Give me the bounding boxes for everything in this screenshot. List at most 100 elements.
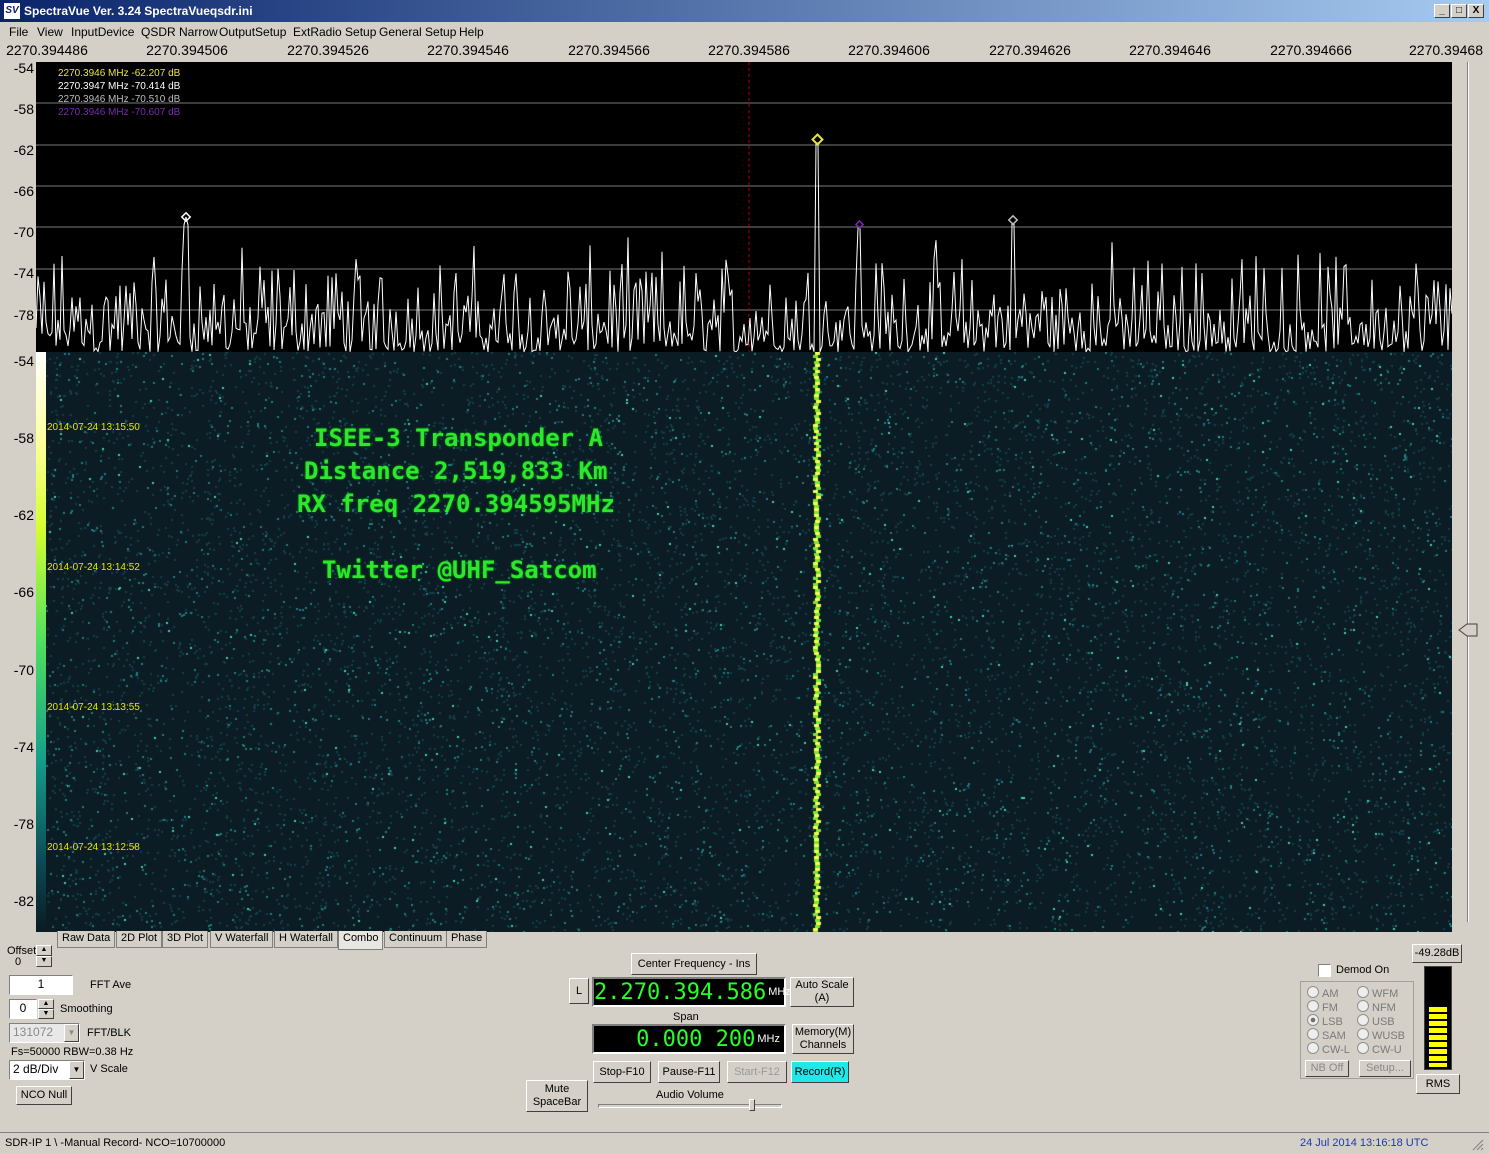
overlay-text-line: Twitter @UHF_Satcom bbox=[322, 556, 597, 584]
close-button[interactable]: X bbox=[1468, 4, 1484, 18]
setup-button[interactable]: Setup... bbox=[1359, 1060, 1411, 1077]
menu-extradio-setup[interactable]: ExtRadio Setup bbox=[293, 25, 376, 39]
waterfall-timestamp: 2014-07-24 13:14:52 bbox=[47, 562, 140, 573]
menu-help[interactable]: Help bbox=[459, 25, 484, 39]
waterfall-y-label: -70 bbox=[13, 662, 34, 678]
menu-general-setup[interactable]: General Setup bbox=[379, 25, 456, 39]
waterfall-timestamp: 2014-07-24 13:12:58 bbox=[47, 842, 140, 853]
frequency-value: 2.270.394.586 bbox=[594, 979, 767, 1005]
radio-usb[interactable]: USB bbox=[1357, 1014, 1395, 1028]
smoothing-label: Smoothing bbox=[60, 1003, 113, 1015]
freq-tick-label: 2270.394666 bbox=[1270, 42, 1352, 58]
radio-wfm[interactable]: WFM bbox=[1357, 986, 1398, 1000]
vscale-value: 2 dB/Div bbox=[13, 1062, 59, 1076]
chevron-down-icon[interactable]: ▼ bbox=[69, 1061, 84, 1079]
spectrum-y-label: -66 bbox=[13, 183, 34, 199]
l-button[interactable]: L bbox=[569, 978, 589, 1004]
radio-sam[interactable]: SAM bbox=[1307, 1028, 1346, 1042]
radio-am[interactable]: AM bbox=[1307, 986, 1339, 1000]
waterfall-y-label: -78 bbox=[13, 816, 34, 832]
menu-file[interactable]: File bbox=[9, 25, 28, 39]
waterfall-y-label: -54 bbox=[13, 353, 34, 369]
nco-null-button[interactable]: NCO Null bbox=[16, 1086, 72, 1105]
fft-blk-value: 131072 bbox=[13, 1025, 54, 1039]
waterfall-timestamp: 2014-07-24 13:13:55 bbox=[47, 702, 140, 713]
marker-readout-1: 2270.3946 MHz -62.207 dB bbox=[58, 68, 181, 79]
overlay-text-line: Distance 2,519,833 Km bbox=[304, 457, 608, 485]
chevron-down-icon[interactable]: ▼ bbox=[64, 1024, 79, 1042]
meter-readout: -49.28dB bbox=[1412, 944, 1462, 963]
slider-arrow-icon[interactable] bbox=[1458, 622, 1478, 638]
waterfall-y-label: -74 bbox=[13, 739, 34, 755]
rms-button[interactable]: RMS bbox=[1416, 1074, 1460, 1094]
waterfall-display[interactable]: 2014-07-24 13:15:50 2014-07-24 13:14:52 … bbox=[36, 352, 1452, 932]
tab-2d-plot[interactable]: 2D Plot bbox=[116, 931, 163, 948]
spectrum-y-label: -78 bbox=[13, 307, 34, 323]
radio-wusb[interactable]: WUSB bbox=[1357, 1028, 1405, 1042]
offset-label: Offset bbox=[7, 945, 37, 957]
smoothing-spinner[interactable]: ▲ ▼ bbox=[38, 999, 54, 1019]
resize-grip-icon[interactable] bbox=[1470, 1137, 1484, 1151]
offset-down-icon[interactable]: ▼ bbox=[36, 956, 52, 967]
auto-scale-button[interactable]: Auto Scale (A) bbox=[790, 977, 854, 1007]
freq-tick-label: 2270.394566 bbox=[568, 42, 650, 58]
menu-outputsetup[interactable]: OutputSetup bbox=[219, 25, 286, 39]
offset-up-icon[interactable]: ▲ bbox=[36, 945, 52, 956]
audio-volume-thumb[interactable] bbox=[748, 1099, 755, 1111]
radio-nfm[interactable]: NFM bbox=[1357, 1000, 1396, 1014]
waterfall-canvas bbox=[36, 352, 1452, 932]
spectrum-y-label: -58 bbox=[13, 101, 34, 117]
start-button[interactable]: Start-F12 bbox=[727, 1061, 787, 1083]
waterfall-color-scale bbox=[36, 352, 46, 932]
span-value: 0.000 200 bbox=[636, 1026, 756, 1052]
memory-channels-button[interactable]: Memory(M) Channels bbox=[792, 1024, 854, 1054]
nb-off-button[interactable]: NB Off bbox=[1305, 1060, 1349, 1077]
frequency-display[interactable]: 2.270.394.586 MHz bbox=[592, 977, 791, 1007]
radio-cw-u[interactable]: CW-U bbox=[1357, 1042, 1402, 1056]
pause-button[interactable]: Pause-F11 bbox=[658, 1061, 720, 1083]
menu-inputdevice[interactable]: InputDevice bbox=[71, 25, 134, 39]
vscale-select[interactable]: 2 dB/Div ▼ bbox=[9, 1060, 85, 1080]
radio-fm[interactable]: FM bbox=[1307, 1000, 1338, 1014]
tab-3d-plot[interactable]: 3D Plot bbox=[162, 931, 209, 948]
tab-phase[interactable]: Phase bbox=[446, 931, 488, 948]
mute-button[interactable]: Mute SpaceBar bbox=[526, 1080, 588, 1112]
fft-ave-label: FFT Ave bbox=[90, 979, 132, 991]
tab-raw-data[interactable]: Raw Data bbox=[57, 931, 116, 948]
waterfall-y-label: -58 bbox=[13, 430, 34, 446]
audio-volume-slider[interactable] bbox=[598, 1099, 782, 1111]
span-display[interactable]: 0.000 200 MHz bbox=[592, 1024, 786, 1054]
signal-meter-fill bbox=[1429, 1007, 1447, 1067]
menu-view[interactable]: View bbox=[37, 25, 63, 39]
maximize-button[interactable]: □ bbox=[1451, 4, 1467, 18]
fft-ave-input[interactable]: 1 bbox=[9, 975, 73, 995]
title-bar[interactable]: SV SpectraVue Ver. 3.24 SpectraVueqsdr.i… bbox=[0, 0, 1489, 22]
record-button[interactable]: Record(R) bbox=[791, 1061, 849, 1083]
stop-button[interactable]: Stop-F10 bbox=[593, 1061, 651, 1083]
menu-qsdr-narrow[interactable]: QSDR Narrow bbox=[141, 25, 218, 39]
offset-spinner[interactable]: ▲ ▼ bbox=[36, 945, 52, 967]
audio-volume-label: Audio Volume bbox=[656, 1089, 724, 1101]
waterfall-y-label: -62 bbox=[13, 507, 34, 523]
tab-v-waterfall[interactable]: V Waterfall bbox=[210, 931, 274, 948]
tab-combo[interactable]: Combo bbox=[338, 931, 384, 950]
tab-h-waterfall[interactable]: H Waterfall bbox=[274, 931, 338, 948]
fft-blk-select[interactable]: 131072 ▼ bbox=[9, 1023, 80, 1043]
status-left: SDR-IP 1 \ -Manual Record- NCO=10700000 bbox=[5, 1137, 226, 1149]
radio-cw-l[interactable]: CW-L bbox=[1307, 1042, 1350, 1056]
freq-tick-label: 2270.394546 bbox=[427, 42, 509, 58]
center-frequency-button[interactable]: Center Frequency - Ins bbox=[631, 953, 757, 975]
demod-on-checkbox[interactable] bbox=[1318, 964, 1331, 977]
smoothing-up-icon[interactable]: ▲ bbox=[38, 999, 54, 1009]
freq-tick-label: 2270.39468 bbox=[1409, 42, 1483, 58]
radio-lsb[interactable]: LSB bbox=[1307, 1014, 1343, 1028]
freq-tick-label: 2270.394626 bbox=[989, 42, 1071, 58]
minimize-button[interactable]: _ bbox=[1434, 4, 1450, 18]
smoothing-input[interactable]: 0 bbox=[9, 999, 37, 1019]
smoothing-down-icon[interactable]: ▼ bbox=[38, 1009, 54, 1019]
vertical-slider-track[interactable] bbox=[1458, 62, 1478, 932]
spectrum-plot[interactable]: 2270.3946 MHz -62.207 dB 2270.3947 MHz -… bbox=[36, 62, 1452, 352]
spectrum-y-label: -54 bbox=[13, 60, 34, 76]
tab-continuum[interactable]: Continuum bbox=[384, 931, 448, 948]
spectrum-svg bbox=[36, 62, 1452, 352]
